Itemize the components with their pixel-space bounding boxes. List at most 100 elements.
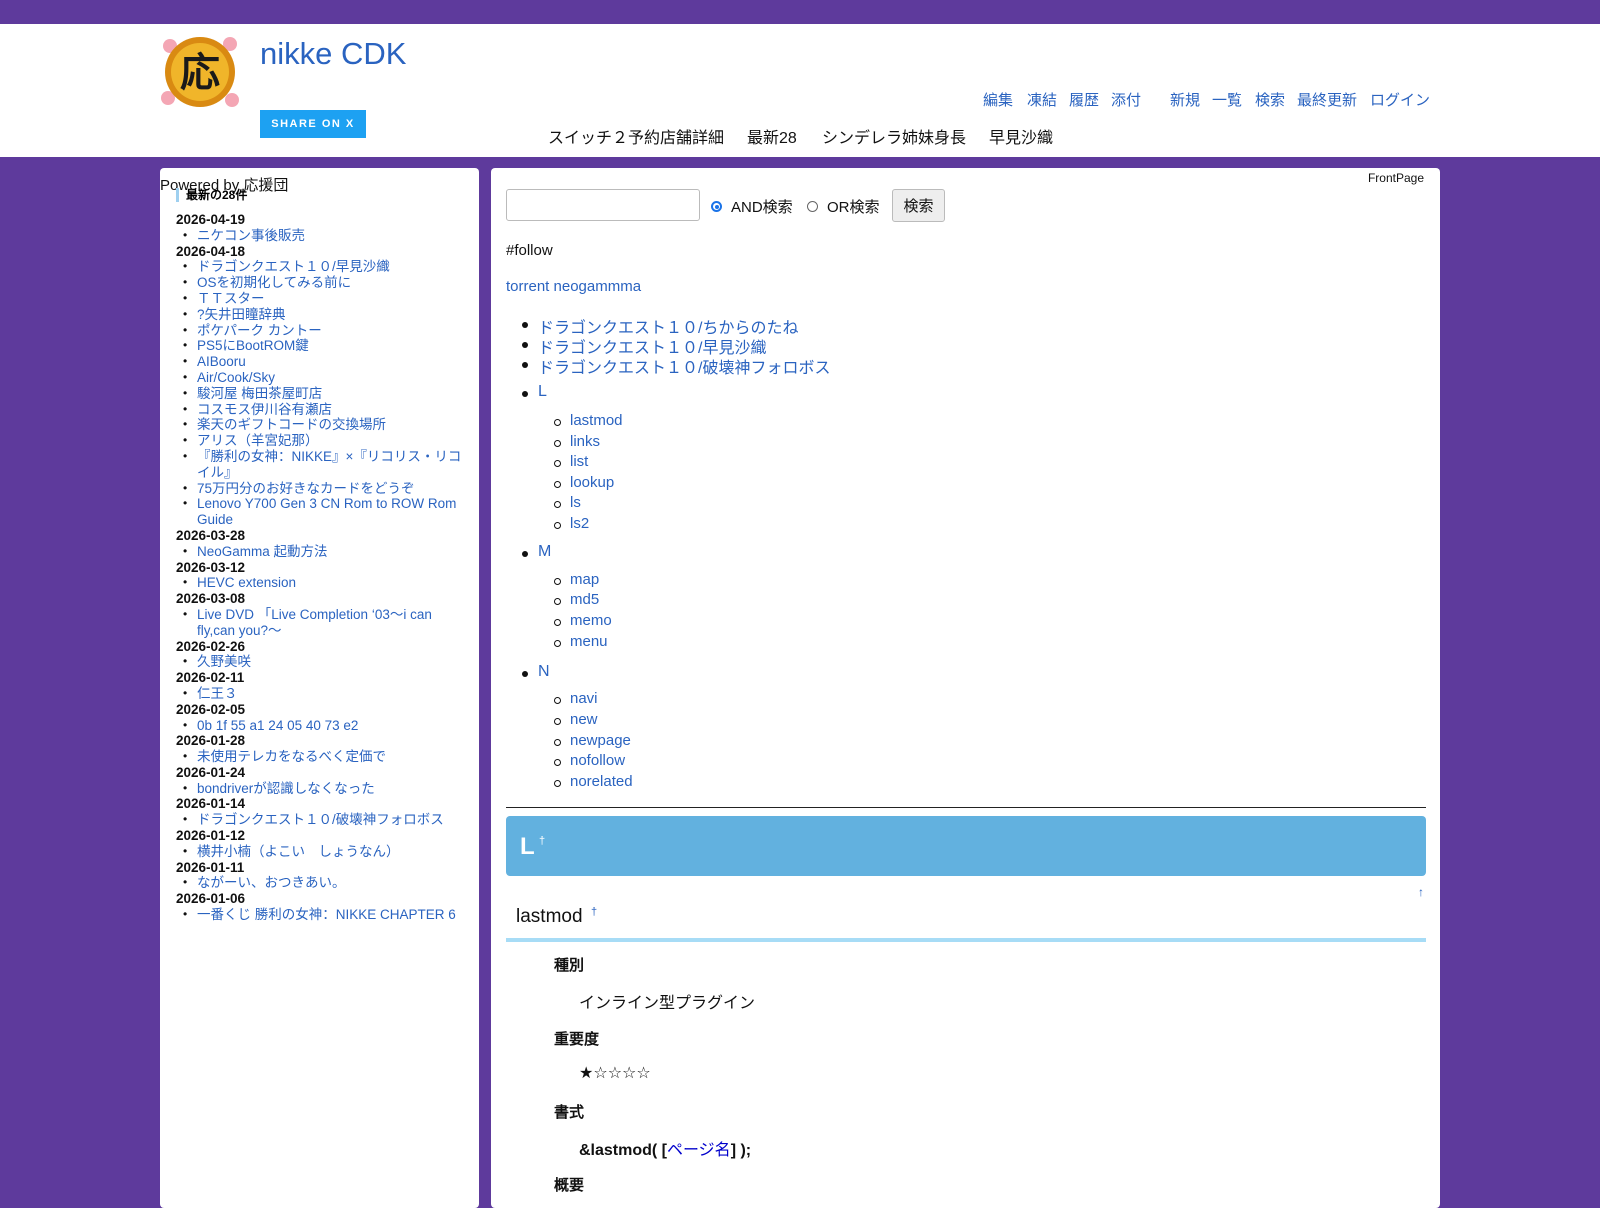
sidebar: Powered by 応援団 最新の28件 2026-04-19ニケコン事後販売… [160, 168, 479, 1208]
heading-anchor-link[interactable]: † [591, 906, 597, 918]
plugin-link[interactable]: ls [554, 494, 581, 511]
section-heading-lastmod: lastmod † [506, 906, 1426, 942]
hot-nav-item[interactable]: 最新28 [747, 124, 797, 148]
recent-item-link[interactable]: 0b 1f 55 a1 24 05 40 73 e2 [176, 718, 466, 734]
page-name: FrontPage [1367, 171, 1424, 185]
search-input[interactable] [506, 189, 700, 221]
recent-item-link[interactable]: Live DVD 「Live Completion ‘03〜i can fly,… [176, 607, 466, 639]
definition-term-importance: 重要度 [554, 1031, 600, 1048]
recent-date: 2026-02-26 [176, 638, 246, 654]
and-search-label: AND検索 [731, 199, 793, 216]
group-letter-m[interactable]: M [521, 543, 551, 561]
toolbar-attach[interactable]: 添付 [1111, 89, 1141, 110]
recent-item-link[interactable]: ＴＴスター [176, 291, 466, 307]
toolbar-edit[interactable]: 編集 [983, 89, 1013, 110]
recent-item-link[interactable]: 久野美咲 [176, 654, 466, 670]
definition-value-format: &lastmod( [ページ名] ); [579, 1136, 751, 1160]
group-letter-l[interactable]: L [522, 383, 547, 401]
recent-item-link[interactable]: 未使用テレカをなるべく定価で [176, 749, 466, 765]
plugin-link[interactable]: menu [554, 633, 608, 650]
format-page-name: ページ名 [667, 1142, 731, 1159]
recent-date: 2026-01-28 [176, 733, 246, 749]
recent-item-link[interactable]: ドラゴンクエスト１０/早見沙織 [176, 259, 466, 275]
recent-item-link[interactable]: ポケパーク カントー [176, 323, 466, 339]
recent-date: 2026-03-08 [176, 591, 246, 607]
recent-date: 2026-01-12 [176, 828, 246, 844]
recent-date: 2026-01-11 [176, 859, 245, 875]
recent-date: 2026-02-11 [176, 670, 245, 686]
recent-item-link[interactable]: アリス（羊宮妃那） [176, 433, 466, 449]
recent-date: 2026-03-28 [176, 527, 246, 543]
plugin-link[interactable]: norelated [554, 773, 633, 790]
main-content: FrontPage AND検索 OR検索 検索 #follow torrent … [491, 168, 1440, 1208]
section-heading-l: L † [506, 816, 1426, 876]
plugin-link[interactable]: lookup [553, 474, 614, 491]
plugin-link[interactable]: md5 [553, 591, 599, 608]
hot-nav-item[interactable]: 早見沙織 [989, 124, 1053, 148]
recent-item-link[interactable]: 一番くじ 勝利の女神：NIKKE CHAPTER 6 [176, 907, 466, 923]
recent-date: 2026-04-18 [176, 243, 246, 259]
group-letter-n[interactable]: N [522, 663, 550, 681]
recent-item-link[interactable]: 仁王３ [176, 686, 466, 702]
share-on-x-button[interactable]: SHARE ON X [260, 110, 366, 138]
plugin-link[interactable]: nofollow [553, 752, 625, 769]
toolbar-list[interactable]: 一覧 [1212, 89, 1242, 110]
recent-item-link[interactable]: Air/Cook/Sky [176, 370, 466, 386]
definition-term-type: 種別 [554, 957, 585, 974]
plugin-link[interactable]: navi [554, 690, 598, 707]
recent-item-link[interactable]: AIBooru [176, 354, 466, 370]
search-button[interactable]: 検索 [892, 189, 945, 222]
back-to-top-link[interactable]: ↑ [1418, 885, 1424, 899]
toolbar-history[interactable]: 履歴 [1069, 89, 1099, 110]
hot-nav-item[interactable]: スイッチ２予約店舗詳細 [548, 124, 724, 148]
logo-glyph: 応 [180, 50, 220, 96]
recent-item-link[interactable]: ニケコン事後販売 [176, 228, 466, 244]
recent-item-link[interactable]: コスモス伊川谷有瀬店 [176, 402, 466, 418]
and-search-radio[interactable] [711, 201, 722, 212]
recent-item-link[interactable]: ながーい、おつきあい。 [176, 875, 466, 891]
recent-item-link[interactable]: 75万円分のお好きなカードをどうぞ [176, 481, 466, 497]
follow-directive: #follow [506, 242, 553, 259]
toolbar-freeze[interactable]: 凍結 [1027, 89, 1057, 110]
recent-item-link[interactable]: ?矢井田瞳辞典 [176, 307, 466, 323]
recent-item-link[interactable]: 楽天のギフトコードの交換場所 [176, 417, 466, 433]
recent-date: 2026-04-19 [176, 212, 246, 227]
plugin-link[interactable]: map [553, 571, 599, 588]
recent-item-link[interactable]: Lenovo Y700 Gen 3 CN Rom to ROW Rom Guid… [176, 496, 466, 528]
torrent-link[interactable]: torrent neogammma [506, 278, 641, 295]
plugin-link[interactable]: list [553, 453, 588, 470]
recent-item-link[interactable]: 『勝利の女神：NIKKE』×『リコリス・リコイル』 [176, 449, 466, 481]
recent-date: 2026-01-14 [176, 796, 246, 812]
toolbar-search[interactable]: 検索 [1255, 89, 1285, 110]
recent-item-link[interactable]: bondriverが認識しなくなった [176, 781, 466, 797]
plugin-link[interactable]: lastmod [554, 412, 623, 429]
plugin-link[interactable]: newpage [554, 732, 631, 749]
toolbar-login[interactable]: ログイン [1370, 89, 1430, 110]
plugin-link[interactable]: memo [554, 612, 612, 629]
toolbar-recent-changes[interactable]: 最終更新 [1297, 89, 1357, 110]
hot-nav-item[interactable]: シンデレラ姉妹身長 [822, 124, 966, 148]
recent-item-link[interactable]: OSを初期化してみる前に [176, 275, 466, 291]
recent-item-link[interactable]: PS5にBootROM鍵 [176, 338, 466, 354]
section-heading-l-text: L [520, 833, 535, 860]
or-search-radio[interactable] [807, 201, 818, 212]
recent-item-link[interactable]: NeoGamma 起動方法 [176, 544, 466, 560]
or-search-label: OR検索 [827, 199, 880, 216]
recent-date: 2026-02-05 [176, 701, 246, 717]
format-prefix: &lastmod( [ [579, 1142, 667, 1159]
recent-item-link[interactable]: 駿河屋 梅田茶屋町店 [176, 386, 466, 402]
site-title[interactable]: nikke CDK [260, 36, 406, 72]
plugin-link[interactable]: new [554, 711, 598, 728]
recent-list: 2026-04-19ニケコン事後販売2026-04-18ドラゴンクエスト１０/早… [176, 212, 466, 923]
toolbar-new[interactable]: 新規 [1170, 89, 1200, 110]
definition-term-format: 書式 [554, 1104, 585, 1121]
recent-item-link[interactable]: 横井小楠（よこい しょうなん） [176, 844, 466, 860]
site-header: 応 nikke CDK SHARE ON X 編集 凍結 履歴 添付 新規 一覧… [0, 24, 1600, 157]
recent-item-link[interactable]: ドラゴンクエスト１０/破壊神フォロボス [176, 812, 466, 828]
dq-link[interactable]: ドラゴンクエスト１０/破壊神フォロボス [521, 354, 830, 378]
recent-item-link[interactable]: HEVC extension [176, 575, 466, 591]
logo-icon[interactable]: 応 [160, 32, 240, 112]
plugin-link[interactable]: links [553, 433, 600, 450]
heading-anchor-link[interactable]: † [539, 835, 545, 847]
plugin-link[interactable]: ls2 [553, 515, 589, 532]
